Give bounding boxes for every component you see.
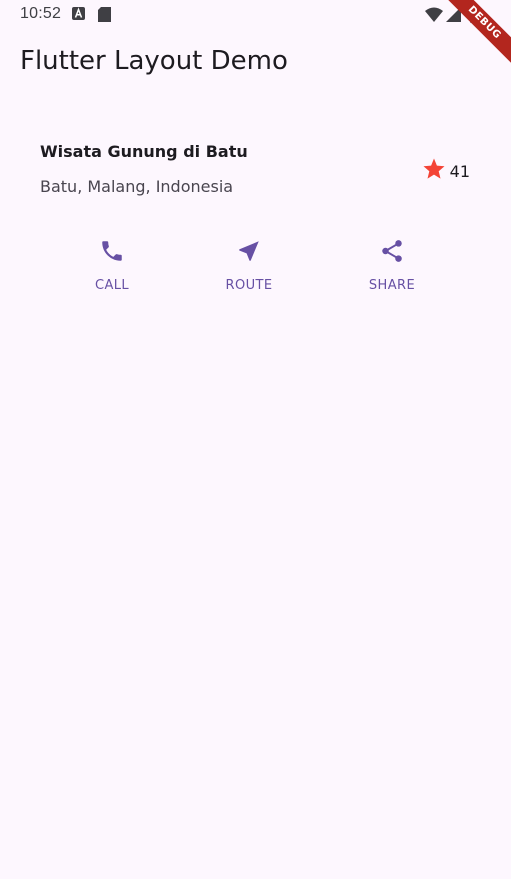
share-button-label: SHARE	[368, 278, 416, 293]
phone-icon	[99, 238, 125, 269]
route-button-label: ROUTE	[225, 278, 273, 293]
sd-card-icon	[98, 7, 111, 27]
star-icon	[422, 157, 446, 186]
button-row: CALL ROUTE SHARE	[0, 238, 511, 308]
app-bar-title: Flutter Layout Demo	[20, 46, 288, 76]
notification-a-icon	[72, 7, 85, 25]
status-time: 10:52	[20, 5, 62, 22]
route-button[interactable]: ROUTE	[199, 238, 299, 293]
place-name: Wisata Gunung di Batu	[40, 142, 248, 161]
rating-count: 41	[449, 162, 470, 181]
call-button[interactable]: CALL	[62, 238, 162, 293]
place-location: Batu, Malang, Indonesia	[40, 177, 234, 196]
status-bar: 10:52	[0, 0, 511, 30]
share-icon	[379, 238, 405, 269]
share-button[interactable]: SHARE	[342, 238, 442, 293]
wifi-icon	[425, 7, 443, 27]
rating: 41	[422, 157, 470, 186]
title-section: Wisata Gunung di Batu Batu, Malang, Indo…	[40, 140, 480, 210]
navigation-icon	[236, 238, 262, 269]
call-button-label: CALL	[94, 278, 130, 293]
